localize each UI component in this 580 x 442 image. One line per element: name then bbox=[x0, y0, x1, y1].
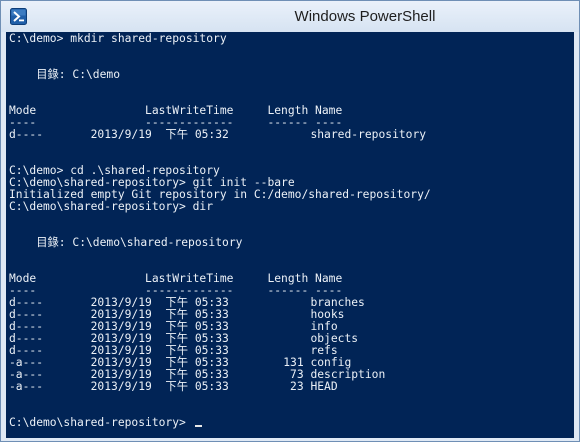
console-line: -a--- 2013/9/19 下午 05:33 23 HEAD bbox=[9, 380, 338, 393]
console-output[interactable]: C:\demo> mkdir shared-repository 目錄: C:\… bbox=[6, 32, 574, 438]
title-bar[interactable]: Windows PowerShell bbox=[1, 1, 579, 32]
console-line: 目錄: C:\demo bbox=[9, 68, 121, 81]
console-line: C:\demo> mkdir shared-repository bbox=[9, 32, 227, 45]
console-line: C:\demo\shared-repository> dir bbox=[9, 200, 214, 213]
powershell-window: Windows PowerShell C:\demo> mkdir shared… bbox=[0, 0, 580, 442]
console-line: 目錄: C:\demo\shared-repository bbox=[9, 236, 243, 249]
prompt-line: C:\demo\shared-repository> bbox=[9, 417, 202, 429]
window-title: Windows PowerShell bbox=[294, 8, 436, 25]
console-line: d---- 2013/9/19 下午 05:32 shared-reposito… bbox=[9, 128, 427, 141]
text-cursor bbox=[194, 425, 202, 427]
